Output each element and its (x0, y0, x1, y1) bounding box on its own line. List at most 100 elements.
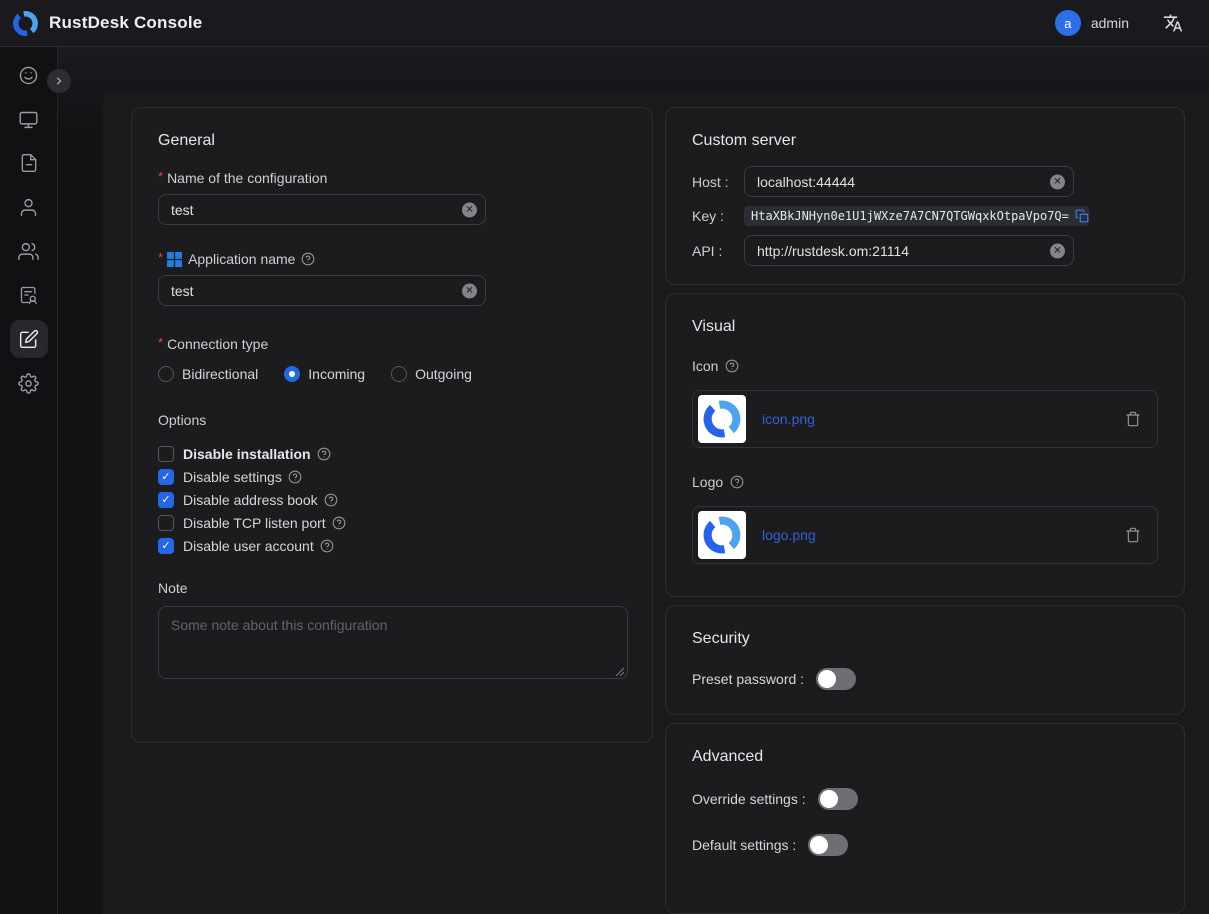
rustdesk-logo-icon (702, 515, 742, 555)
copy-icon (1075, 209, 1089, 223)
config-name-label: * Name of the configuration (158, 170, 626, 186)
radio-bidirectional[interactable]: Bidirectional (158, 366, 258, 382)
preset-password-toggle[interactable] (816, 668, 856, 690)
app-header: RustDesk Console a admin (0, 0, 1209, 47)
checkbox-box (158, 469, 174, 485)
user-avatar[interactable]: a (1055, 10, 1081, 36)
general-title: General (158, 132, 626, 150)
logo-label: Logo (692, 474, 1158, 490)
gear-icon (18, 373, 39, 394)
sidebar-item-groups[interactable] (7, 229, 51, 273)
help-icon[interactable] (725, 359, 739, 373)
security-card: Security Preset password : (665, 605, 1185, 715)
app-name-input[interactable] (158, 275, 486, 306)
icon-file-link[interactable]: icon.png (762, 411, 1109, 427)
rustdesk-logo-icon (702, 399, 742, 439)
logo-file-link[interactable]: logo.png (762, 527, 1109, 543)
config-name-input[interactable] (158, 194, 486, 225)
audit-log-icon (19, 285, 39, 305)
sidebar-expand-button[interactable] (47, 69, 71, 93)
radio-circle (391, 366, 407, 382)
users-group-icon (18, 241, 39, 262)
default-settings-label: Default settings : (692, 837, 796, 853)
override-settings-toggle[interactable] (818, 788, 858, 810)
rustdesk-logo-icon (12, 10, 39, 37)
api-input[interactable] (744, 235, 1074, 266)
smiley-icon (18, 65, 39, 86)
user-icon (18, 197, 39, 218)
advanced-title: Advanced (692, 748, 1158, 766)
sidebar-item-dashboard[interactable] (7, 53, 51, 97)
checkbox-disable-tcp-listen-port[interactable]: Disable TCP listen port (158, 515, 626, 531)
note-textarea[interactable] (158, 606, 628, 679)
checkbox-box (158, 538, 174, 554)
trash-icon (1125, 411, 1141, 427)
chevron-right-icon (53, 75, 65, 87)
checkbox-disable-settings[interactable]: Disable settings (158, 469, 626, 485)
help-icon[interactable] (317, 447, 331, 461)
main-area: General * Name of the configuration ✕ * (58, 47, 1209, 914)
preset-password-label: Preset password : (692, 671, 804, 687)
help-icon[interactable] (301, 252, 315, 266)
required-asterisk: * (158, 250, 163, 265)
checkbox-disable-address-book[interactable]: Disable address book (158, 492, 626, 508)
icon-label: Icon (692, 358, 1158, 374)
host-label: Host : (692, 174, 744, 190)
document-icon (19, 153, 39, 173)
windows-logo-icon (167, 252, 182, 267)
sidebar (0, 47, 58, 914)
help-icon[interactable] (288, 470, 302, 484)
general-card: General * Name of the configuration ✕ * (131, 107, 653, 743)
user-name[interactable]: admin (1091, 15, 1129, 31)
help-icon[interactable] (324, 493, 338, 507)
sidebar-item-devices[interactable] (7, 97, 51, 141)
clear-config-name-icon[interactable]: ✕ (462, 202, 477, 217)
visual-card: Visual Icon icon.png (665, 293, 1185, 597)
api-label: API : (692, 243, 744, 259)
logo-thumbnail (698, 511, 746, 559)
radio-circle (284, 366, 300, 382)
checkbox-disable-user-account[interactable]: Disable user account (158, 538, 626, 554)
default-settings-toggle[interactable] (808, 834, 848, 856)
custom-server-title: Custom server (692, 132, 1158, 150)
help-icon[interactable] (730, 475, 744, 489)
help-icon[interactable] (320, 539, 334, 553)
host-input[interactable] (744, 166, 1074, 197)
sidebar-item-settings[interactable] (7, 361, 51, 405)
delete-icon-button[interactable] (1125, 411, 1141, 427)
options-list: Disable installation Disable settings (158, 446, 626, 554)
language-button[interactable] (1163, 13, 1183, 33)
icon-upload-box: icon.png (692, 390, 1158, 448)
monitor-icon (18, 109, 39, 130)
clear-app-name-icon[interactable]: ✕ (462, 283, 477, 298)
translate-icon (1163, 13, 1183, 33)
checkbox-disable-installation[interactable]: Disable installation (158, 446, 626, 462)
connection-type-label: * Connection type (158, 336, 626, 352)
checkbox-box (158, 492, 174, 508)
override-settings-label: Override settings : (692, 791, 806, 807)
connection-type-group: Bidirectional Incoming Outgoing (158, 366, 626, 382)
radio-outgoing[interactable]: Outgoing (391, 366, 472, 382)
sidebar-item-audit[interactable] (7, 273, 51, 317)
options-label: Options (158, 412, 626, 428)
trash-icon (1125, 527, 1141, 543)
visual-title: Visual (692, 318, 1158, 336)
key-label: Key : (692, 208, 744, 224)
radio-incoming[interactable]: Incoming (284, 366, 365, 382)
sidebar-item-custom-client[interactable] (7, 317, 51, 361)
advanced-card: Advanced Override settings : Default set… (665, 723, 1185, 914)
logo-upload-box: logo.png (692, 506, 1158, 564)
app-name-label: * Application name (158, 251, 626, 267)
icon-thumbnail (698, 395, 746, 443)
delete-logo-button[interactable] (1125, 527, 1141, 543)
radio-circle (158, 366, 174, 382)
clear-host-icon[interactable]: ✕ (1050, 174, 1065, 189)
resize-handle-icon[interactable] (614, 666, 624, 676)
sidebar-item-users[interactable] (7, 185, 51, 229)
sidebar-item-documents[interactable] (7, 141, 51, 185)
security-title: Security (692, 630, 1158, 648)
copy-key-button[interactable] (1075, 209, 1089, 223)
checkbox-box (158, 515, 174, 531)
clear-api-icon[interactable]: ✕ (1050, 243, 1065, 258)
help-icon[interactable] (332, 516, 346, 530)
